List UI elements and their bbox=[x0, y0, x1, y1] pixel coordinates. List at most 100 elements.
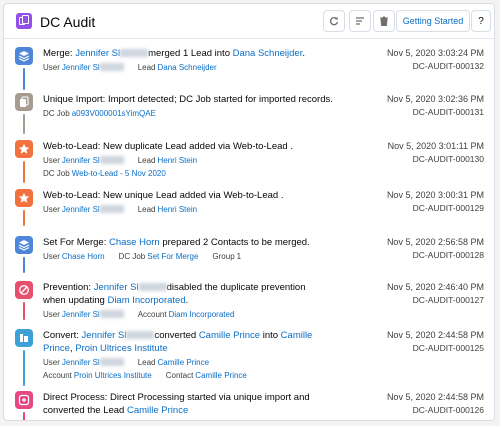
item-body: Convert: Jennifer Sl converted Camille Pr… bbox=[43, 329, 363, 381]
meta-row: DC Job Web-to-Lead - 5 Nov 2020 bbox=[43, 168, 363, 179]
message-line: Web-to-Lead: New duplicate Lead added vi… bbox=[43, 141, 293, 152]
message-text: merged 1 Lead into bbox=[148, 48, 233, 59]
record-link[interactable]: Proin Ultrices Institute bbox=[75, 343, 167, 354]
message-text: Convert: bbox=[43, 330, 82, 341]
meta-link[interactable]: Proin Ultrices Institute bbox=[74, 371, 152, 380]
item-timestamp-block: Nov 5, 2020 2:44:58 PM DC-AUDIT-000125 bbox=[387, 329, 484, 355]
meta-link[interactable]: Camille Prince bbox=[195, 371, 247, 380]
meta-link[interactable]: Chase Horn bbox=[62, 252, 105, 261]
audit-item: Unique Import: Import detected; DC Job s… bbox=[4, 88, 494, 134]
merge-icon bbox=[15, 47, 33, 65]
audit-record-id: DC-AUDIT-000128 bbox=[412, 250, 484, 260]
item-body: Merge: Jennifer Sl merged 1 Lead into Dan… bbox=[43, 47, 363, 73]
meta-link[interactable]: Dana Schneijder bbox=[157, 63, 216, 72]
timestamp: Nov 5, 2020 2:44:58 PM bbox=[386, 392, 484, 402]
timeline-connector bbox=[23, 161, 25, 183]
record-link[interactable]: Camille Prince bbox=[199, 330, 260, 341]
item-body: Set For Merge: Chase Horn prepared 2 Con… bbox=[43, 236, 363, 262]
message-line: Direct Process: Direct Processing starte… bbox=[43, 392, 310, 403]
timeline-connector bbox=[23, 412, 25, 420]
item-body: Web-to-Lead: New unique Lead added via W… bbox=[43, 189, 363, 215]
meta-label: Lead bbox=[137, 156, 156, 165]
meta-link[interactable]: Jennifer Sl bbox=[62, 205, 100, 214]
meta-link[interactable]: Web-to-Lead - 5 Nov 2020 bbox=[72, 169, 166, 178]
message-line: Prevention: Jennifer Sl disabled the dupl… bbox=[43, 281, 363, 294]
item-body: Prevention: Jennifer Sl disabled the dupl… bbox=[43, 281, 363, 320]
record-link[interactable]: Prince bbox=[43, 343, 70, 354]
meta-label: User bbox=[43, 358, 60, 367]
web-to-lead-icon bbox=[15, 140, 33, 158]
timestamp: Nov 5, 2020 2:56:58 PM bbox=[386, 237, 484, 247]
record-link[interactable]: Chase Horn bbox=[109, 237, 160, 248]
page-title: DC Audit bbox=[40, 14, 96, 30]
meta-link[interactable]: Jennifer Sl bbox=[62, 63, 100, 72]
message-text: Merge: bbox=[43, 48, 76, 59]
sort-button[interactable] bbox=[349, 10, 371, 32]
redacted-text bbox=[99, 358, 124, 366]
record-link[interactable]: Jennifer Sl bbox=[75, 48, 120, 59]
meta-label: User bbox=[43, 205, 60, 214]
audit-record-id: DC-AUDIT-000125 bbox=[412, 343, 484, 353]
record-link[interactable]: Jennifer Sl bbox=[94, 282, 139, 293]
set-for-merge-icon bbox=[15, 236, 33, 254]
meta-link[interactable]: Jennifer Sl bbox=[62, 358, 100, 367]
meta-label: Group bbox=[212, 252, 235, 261]
record-link[interactable]: Dana Schneijder bbox=[233, 48, 303, 59]
refresh-icon bbox=[329, 17, 339, 26]
direct-process-icon bbox=[15, 391, 33, 409]
refresh-button[interactable] bbox=[323, 10, 345, 32]
meta-link[interactable]: Camille Prince bbox=[157, 358, 209, 367]
record-link[interactable]: Camille Prince bbox=[127, 405, 188, 416]
timestamp: Nov 5, 2020 3:03:24 PM bbox=[386, 48, 484, 58]
timeline-connector bbox=[23, 302, 25, 320]
delete-button[interactable] bbox=[373, 10, 395, 32]
meta-link[interactable]: Camille Prince bbox=[63, 420, 115, 421]
audit-item: Prevention: Jennifer Sl disabled the dupl… bbox=[4, 276, 494, 322]
getting-started-button[interactable]: Getting Started bbox=[396, 10, 470, 32]
meta-link[interactable]: a093V000001sYimQAE bbox=[72, 109, 156, 118]
meta-value: 1 bbox=[236, 252, 242, 261]
message-text: converted bbox=[154, 330, 199, 341]
meta-link[interactable]: Set For Merge bbox=[147, 252, 198, 261]
message-line: Convert: Jennifer Sl converted Camille Pr… bbox=[43, 329, 363, 342]
meta-link[interactable]: Henri Stein bbox=[157, 156, 197, 165]
audit-item: Convert: Jennifer Sl converted Camille Pr… bbox=[4, 324, 494, 386]
help-button[interactable]: ? bbox=[471, 10, 491, 32]
sort-icon bbox=[356, 17, 364, 25]
message-text: when updating bbox=[43, 295, 108, 306]
message-text: converted the Lead bbox=[43, 405, 127, 416]
meta-label: User bbox=[43, 310, 60, 319]
meta-link[interactable]: Henri Stein bbox=[157, 205, 197, 214]
message-line: Web-to-Lead: New unique Lead added via W… bbox=[43, 190, 284, 201]
audit-record-id: DC-AUDIT-000126 bbox=[412, 405, 484, 415]
dc-audit-card: DC Audit Getting Started ? Merge: Jennif… bbox=[3, 3, 495, 421]
message-text: . bbox=[302, 48, 305, 59]
timeline-connector bbox=[23, 257, 25, 273]
meta-link[interactable]: Jennifer Sl bbox=[62, 156, 100, 165]
timestamp: Nov 5, 2020 3:02:36 PM bbox=[386, 94, 484, 104]
item-timestamp-block: Nov 5, 2020 3:03:24 PM DC-AUDIT-000132 bbox=[387, 47, 484, 73]
record-link[interactable]: Diam Incorporated bbox=[107, 295, 185, 306]
redacted-text bbox=[99, 156, 124, 164]
meta-label: Contact bbox=[165, 371, 194, 380]
message-text: into bbox=[260, 330, 281, 341]
record-link[interactable]: Camille bbox=[281, 330, 313, 341]
message-text: Set For Merge: bbox=[43, 237, 109, 248]
audit-item: Direct Process: Direct Processing starte… bbox=[4, 386, 494, 421]
redacted-text bbox=[99, 205, 124, 213]
timeline-connector bbox=[23, 350, 25, 386]
audit-record-id: DC-AUDIT-000131 bbox=[412, 107, 484, 117]
meta-link[interactable]: Jennifer Sl bbox=[62, 310, 100, 319]
web-to-lead-icon bbox=[15, 189, 33, 207]
meta-row: User Jennifer Sl Lead Dana Schneijder bbox=[43, 62, 363, 73]
prevention-icon bbox=[15, 281, 33, 299]
meta-row: DC Job a093V000001sYimQAE bbox=[43, 108, 363, 119]
message-text: disabled the duplicate prevention bbox=[166, 282, 306, 293]
item-body: Unique Import: Import detected; DC Job s… bbox=[43, 93, 363, 119]
meta-link[interactable]: Diam Incorporated bbox=[169, 310, 235, 319]
message-text: . bbox=[185, 295, 189, 306]
meta-label: Lead bbox=[137, 63, 156, 72]
redacted-text bbox=[138, 283, 167, 291]
meta-row: Account Proin Ultrices Institute Contact Ca… bbox=[43, 370, 363, 381]
record-link[interactable]: Jennifer Sl bbox=[82, 330, 127, 341]
